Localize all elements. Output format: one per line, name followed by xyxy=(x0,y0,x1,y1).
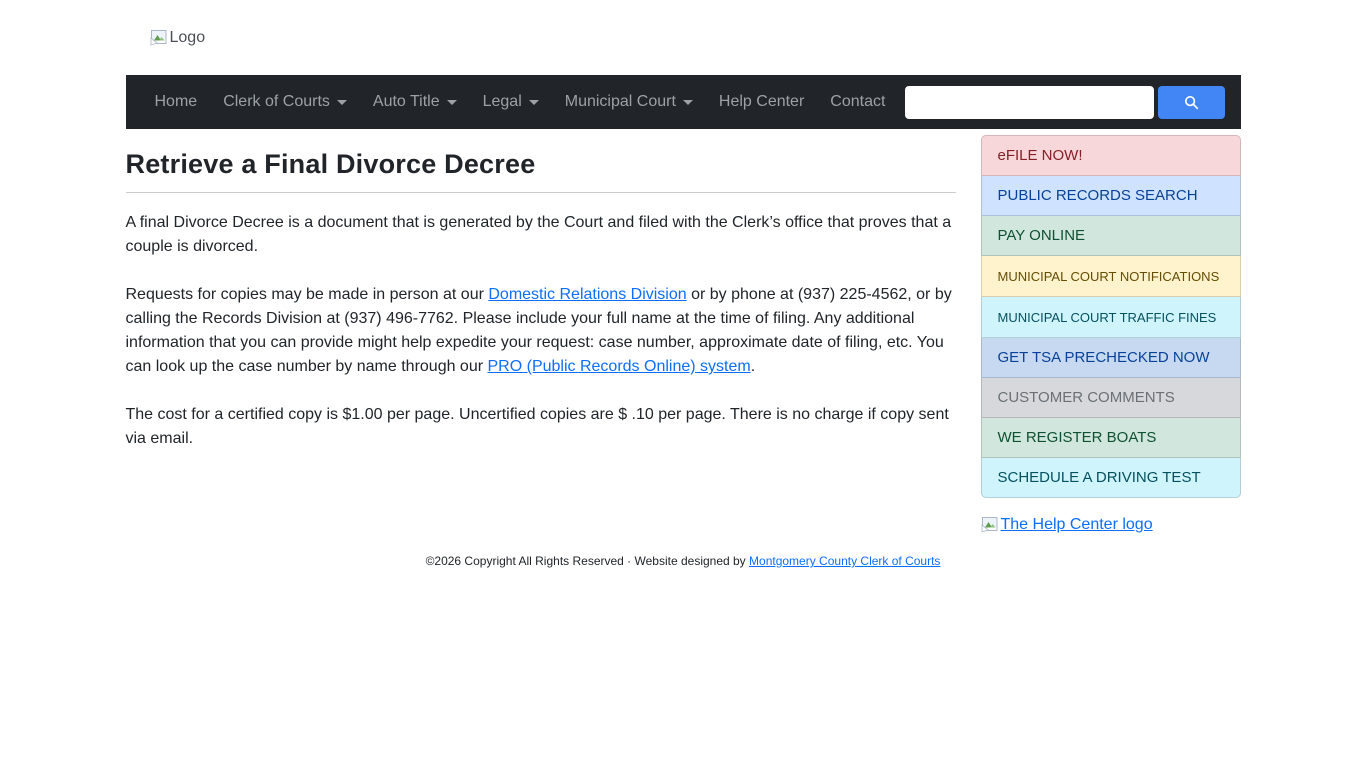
nav-item-label: Legal xyxy=(483,93,522,111)
sidebar-link-we-register-boats[interactable]: WE REGISTER BOATS xyxy=(981,418,1241,458)
sidebar-link-get-tsa-prechecked-now[interactable]: GET TSA PRECHECKED NOW xyxy=(981,338,1241,378)
page-title: Retrieve a Final Divorce Decree xyxy=(126,149,956,180)
nav-item-help-center[interactable]: Help Center xyxy=(706,85,817,119)
domestic-relations-link[interactable]: Domestic Relations Division xyxy=(488,286,686,303)
sidebar-link-pay-online[interactable]: PAY ONLINE xyxy=(981,216,1241,256)
sidebar-link-schedule-a-driving-test[interactable]: SCHEDULE A DRIVING TEST xyxy=(981,458,1241,498)
nav-item-contact[interactable]: Contact xyxy=(817,85,898,119)
nav-item-label: Municipal Court xyxy=(565,93,676,111)
site-logo[interactable]: Logo xyxy=(150,29,206,47)
p2-text-3: . xyxy=(751,358,755,375)
nav-item-auto-title[interactable]: Auto Title xyxy=(360,85,470,119)
sidebar-link-customer-comments[interactable]: CUSTOMER COMMENTS xyxy=(981,378,1241,418)
chevron-down-icon xyxy=(529,100,539,105)
chevron-down-icon xyxy=(337,100,347,105)
nav-item-label: Home xyxy=(155,93,198,111)
help-center-logo-alt-text: The Help Center logo xyxy=(1001,516,1153,534)
pro-system-link[interactable]: PRO (Public Records Online) system xyxy=(488,358,751,375)
title-divider xyxy=(126,192,956,193)
chevron-down-icon xyxy=(683,100,693,105)
top-logo-strip: Logo xyxy=(126,0,1241,75)
paragraph-cost: The cost for a certified copy is $1.00 p… xyxy=(126,403,956,451)
logo-alt-text: Logo xyxy=(170,29,206,47)
nav-item-clerk-of-courts[interactable]: Clerk of Courts xyxy=(210,85,360,119)
chevron-down-icon xyxy=(447,100,457,105)
sidebar-link-municipal-court-notifications[interactable]: MUNICIPAL COURT NOTIFICATIONS xyxy=(981,256,1241,297)
sidebar-link-efile-now[interactable]: eFILE NOW! xyxy=(981,135,1241,176)
paragraph-requests: Requests for copies may be made in perso… xyxy=(126,283,956,379)
broken-image-icon xyxy=(150,30,168,46)
nav-item-label: Help Center xyxy=(719,93,804,111)
footer: ©2026 Copyright All Rights Reserved · We… xyxy=(126,554,1241,568)
content-row: Retrieve a Final Divorce Decree A final … xyxy=(126,135,1241,538)
nav-item-home[interactable]: Home xyxy=(142,85,211,119)
navbar-search-form xyxy=(905,86,1225,119)
main-navbar: Home Clerk of Courts Auto Title Legal Munici… xyxy=(126,75,1241,129)
paragraph-intro-text: A final Divorce Decree is a document tha… xyxy=(126,214,952,255)
sidebar-link-municipal-court-traffic-fines[interactable]: MUNICIPAL COURT TRAFFIC FINES xyxy=(981,297,1241,338)
broken-image-icon xyxy=(981,517,999,533)
paragraph-intro: A final Divorce Decree is a document tha… xyxy=(126,211,956,259)
nav-items: Home Clerk of Courts Auto Title Legal Munici… xyxy=(142,85,899,119)
footer-clerk-link[interactable]: Montgomery County Clerk of Courts xyxy=(749,554,940,568)
sidebar-quick-links: eFILE NOW!PUBLIC RECORDS SEARCHPAY ONLIN… xyxy=(981,135,1241,498)
search-icon xyxy=(1184,95,1199,110)
search-button[interactable] xyxy=(1158,86,1225,119)
nav-item-label: Auto Title xyxy=(373,93,440,111)
page-container: Logo Home Clerk of Courts Auto Title Legal M… xyxy=(126,0,1241,568)
copyright-text: ©2026 Copyright All Rights Reserved · We… xyxy=(426,554,749,568)
help-center-logo-link[interactable]: The Help Center logo xyxy=(981,516,1153,534)
nav-item-label: Clerk of Courts xyxy=(223,93,330,111)
sidebar: eFILE NOW!PUBLIC RECORDS SEARCHPAY ONLIN… xyxy=(981,135,1241,538)
p2-text-1: Requests for copies may be made in perso… xyxy=(126,286,489,303)
nav-item-label: Contact xyxy=(830,93,885,111)
sidebar-link-public-records-search[interactable]: PUBLIC RECORDS SEARCH xyxy=(981,176,1241,216)
search-input[interactable] xyxy=(905,86,1154,119)
main-content: Retrieve a Final Divorce Decree A final … xyxy=(126,135,956,538)
paragraph-cost-text: The cost for a certified copy is $1.00 p… xyxy=(126,406,949,447)
nav-item-legal[interactable]: Legal xyxy=(470,85,552,119)
nav-item-municipal-court[interactable]: Municipal Court xyxy=(552,85,706,119)
